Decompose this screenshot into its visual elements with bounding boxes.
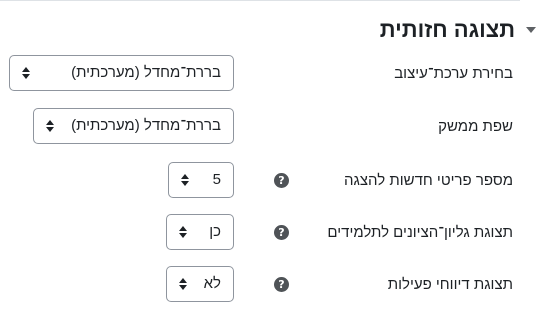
theme-label: בחירת ערכת־עיצוב bbox=[394, 65, 513, 82]
select-arrows-icon bbox=[46, 119, 54, 133]
form-row-activity-reports: תצוגת דיווחי פעילות ? לא bbox=[0, 266, 553, 304]
caret-down-icon[interactable] bbox=[525, 24, 537, 36]
select-arrows-icon bbox=[22, 66, 30, 80]
activity-reports-select[interactable]: לא bbox=[166, 266, 234, 302]
activity-reports-select-value: לא bbox=[203, 275, 221, 292]
language-select[interactable]: בררת־מחדל (מערכתית) bbox=[33, 108, 234, 144]
top-divider bbox=[0, 0, 520, 1]
show-grades-select-value: כן bbox=[209, 223, 221, 240]
show-grades-select[interactable]: כן bbox=[166, 214, 234, 250]
form-row-news-items: מספר פריטי חדשות להצגה ? 5 bbox=[0, 162, 553, 200]
language-label: שפת ממשק bbox=[438, 118, 513, 135]
select-arrows-icon bbox=[181, 173, 189, 187]
form-row-show-grades: תצוגת גליון־הציונים לתלמידים ? כן bbox=[0, 214, 553, 252]
question-circle-icon[interactable]: ? bbox=[274, 225, 289, 240]
select-arrows-icon bbox=[179, 277, 187, 291]
section-header-appearance[interactable]: תצוגה חזותית bbox=[380, 12, 537, 48]
news-items-label: מספר פריטי חדשות להצגה bbox=[344, 172, 513, 189]
activity-reports-label: תצוגת דיווחי פעילות bbox=[387, 276, 513, 293]
theme-select-value: בררת־מחדל (מערכתית) bbox=[71, 64, 221, 81]
form-row-language: שפת ממשק בררת־מחדל (מערכתית) bbox=[0, 108, 553, 146]
language-select-value: בררת־מחדל (מערכתית) bbox=[71, 117, 221, 134]
theme-select[interactable]: בררת־מחדל (מערכתית) bbox=[9, 55, 234, 91]
show-grades-label: תצוגת גליון־הציונים לתלמידים bbox=[327, 224, 513, 241]
form-row-theme: בחירת ערכת־עיצוב בררת־מחדל (מערכתית) bbox=[0, 55, 553, 93]
news-items-select[interactable]: 5 bbox=[168, 162, 234, 198]
select-arrows-icon bbox=[179, 225, 187, 239]
question-circle-icon[interactable]: ? bbox=[274, 277, 289, 292]
section-title: תצוגה חזותית bbox=[379, 17, 515, 42]
news-items-select-value: 5 bbox=[212, 171, 221, 188]
question-circle-icon[interactable]: ? bbox=[274, 173, 289, 188]
